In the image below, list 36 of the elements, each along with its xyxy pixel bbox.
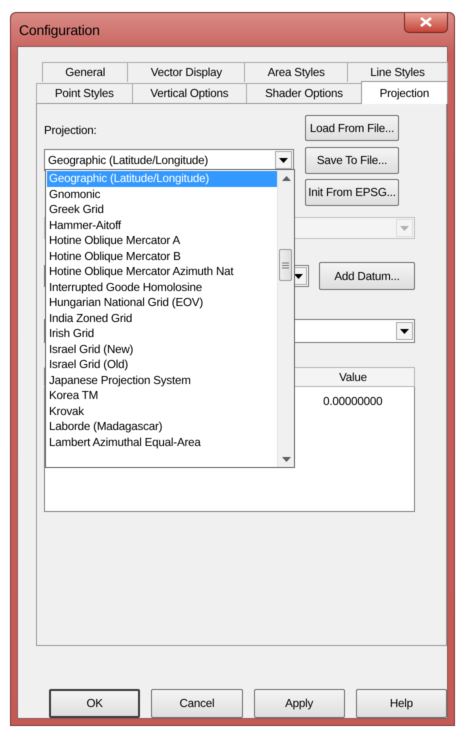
list-item[interactable]: Korea TM	[47, 388, 277, 404]
load-button[interactable]: Load From File...	[305, 115, 399, 141]
list-item[interactable]: Hotine Oblique Mercator Azimuth Nat	[47, 264, 277, 280]
tab[interactable]: Line Styles	[346, 62, 448, 82]
list-item[interactable]: Krovak	[47, 404, 277, 419]
list-item[interactable]: Gnomonic	[47, 186, 277, 202]
close-icon	[420, 17, 432, 27]
tab[interactable]: Point Styles	[36, 83, 133, 103]
window-title: Configuration	[18, 22, 100, 38]
close-button[interactable]	[404, 12, 448, 32]
dialog-button[interactable]: OK	[49, 689, 140, 718]
table-cell: 0.00000000	[292, 386, 414, 512]
list-item[interactable]: Hammer-Aitoff	[47, 218, 277, 233]
list-item[interactable]: Hungarian National Grid (EOV)	[47, 295, 277, 310]
list-item[interactable]: Irish Grid	[47, 326, 277, 342]
list-item[interactable]: Hotine Oblique Mercator A	[47, 233, 277, 248]
dialog-button[interactable]: Help	[356, 689, 447, 718]
list-item[interactable]: Interrupted Goode Homolosine	[47, 280, 277, 295]
projection-label: Projection:	[44, 124, 97, 136]
list-item[interactable]: Greek Grid	[47, 202, 277, 218]
list-item[interactable]: Hotine Oblique Mercator B	[47, 248, 277, 264]
list-item[interactable]: Laborde (Madagascar)	[47, 419, 277, 434]
scroll-thumb[interactable]	[279, 249, 292, 281]
add-datum-button[interactable]: Add Datum...	[319, 262, 415, 290]
list-item[interactable]: Israel Grid (New)	[47, 342, 277, 357]
epsg-button[interactable]: Init From EPSG...	[305, 179, 399, 206]
dialog-button[interactable]: Apply	[254, 689, 345, 718]
scroll-bar[interactable]	[277, 170, 294, 467]
list-item[interactable]: India Zoned Grid	[47, 310, 277, 326]
tab[interactable]: General	[42, 62, 128, 82]
save-button[interactable]: Save To File...	[305, 146, 399, 174]
dialog-button[interactable]: Cancel	[151, 689, 243, 718]
list-item[interactable]: Israel Grid (Old)	[47, 357, 277, 372]
list-item[interactable]: Lambert Azimuthal Equal-Area	[47, 434, 277, 450]
projection-dropdown[interactable]: Geographic (Latitude/Longitude)	[44, 149, 294, 171]
tab[interactable]: Projection	[360, 81, 448, 104]
